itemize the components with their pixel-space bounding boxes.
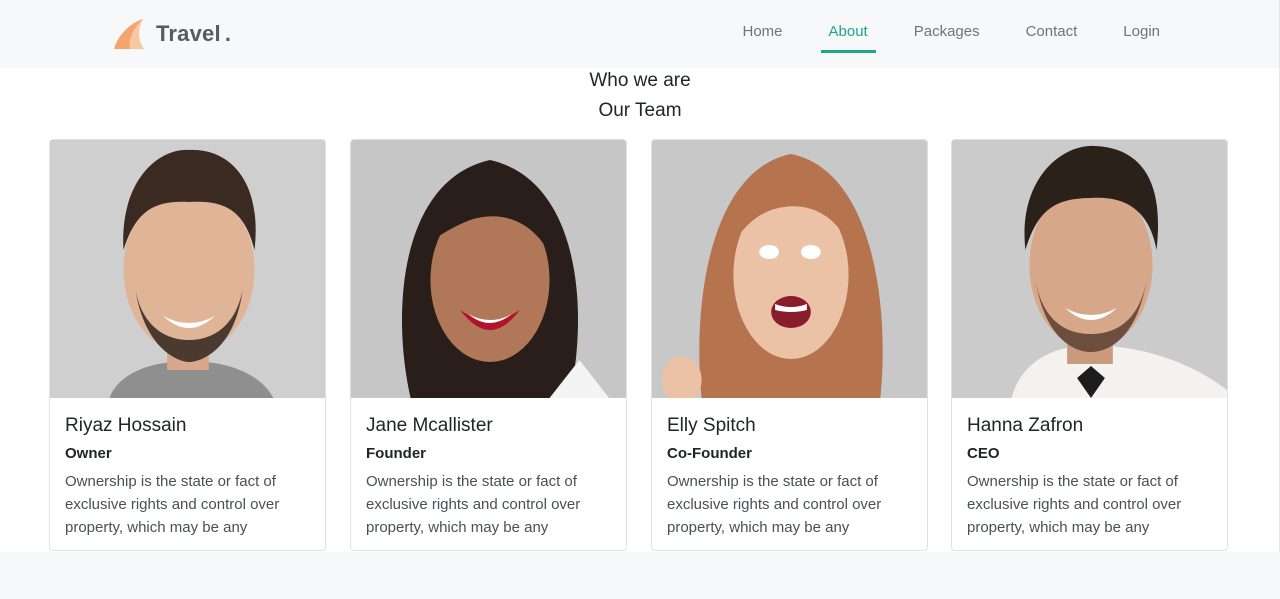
team-card: Elly Spitch Co-Founder Ownership is the …	[651, 139, 928, 551]
nav-home[interactable]: Home	[735, 0, 791, 68]
member-role: Owner	[65, 445, 112, 462]
member-description: Ownership is the state or fact of exclus…	[967, 473, 1182, 536]
nav-contact[interactable]: Contact	[1018, 0, 1086, 68]
member-name: Jane Mcallister	[366, 415, 493, 436]
member-role: CEO	[967, 445, 1000, 462]
section-title: Who we are	[589, 70, 691, 91]
nav-about-label: About	[828, 23, 868, 40]
section-subtitle: Our Team	[598, 100, 682, 121]
team-member-photo	[50, 140, 325, 398]
nav-about[interactable]: About	[820, 0, 876, 68]
member-description: Ownership is the state or fact of exclus…	[65, 473, 280, 536]
sail-logo-icon	[114, 19, 144, 49]
member-name: Hanna Zafron	[967, 415, 1084, 436]
member-role: Founder	[366, 445, 426, 462]
member-role: Co-Founder	[667, 445, 752, 462]
active-nav-indicator	[820, 50, 876, 53]
team-member-photo	[952, 140, 1227, 398]
footer-band	[0, 552, 1280, 599]
nav-contact-label: Contact	[1025, 23, 1078, 40]
member-description: Ownership is the state or fact of exclus…	[667, 473, 882, 536]
brand[interactable]: Travel .	[110, 14, 231, 54]
main-nav: Home About Packages Contact Login	[705, 0, 1169, 68]
member-description: Ownership is the state or fact of exclus…	[366, 473, 581, 536]
nav-home-label: Home	[742, 23, 783, 40]
team-cards: Riyaz Hossain Owner Ownership is the sta…	[49, 139, 1229, 552]
team-card: Riyaz Hossain Owner Ownership is the sta…	[49, 139, 326, 551]
brand-name: Travel	[156, 21, 221, 46]
brand-dot: .	[224, 21, 231, 46]
team-member-photo	[351, 140, 626, 398]
nav-packages-label: Packages	[913, 23, 980, 40]
team-member-photo	[652, 140, 927, 398]
team-card: Hanna Zafron CEO Ownership is the state …	[951, 139, 1228, 551]
nav-login-label: Login	[1123, 23, 1160, 40]
member-name: Elly Spitch	[667, 415, 756, 436]
nav-packages[interactable]: Packages	[906, 0, 988, 68]
navbar: Travel . Home About Packages Contact Log…	[0, 0, 1280, 68]
member-name: Riyaz Hossain	[65, 415, 187, 436]
team-card: Jane Mcallister Founder Ownership is the…	[350, 139, 627, 551]
nav-login[interactable]: Login	[1115, 0, 1168, 68]
